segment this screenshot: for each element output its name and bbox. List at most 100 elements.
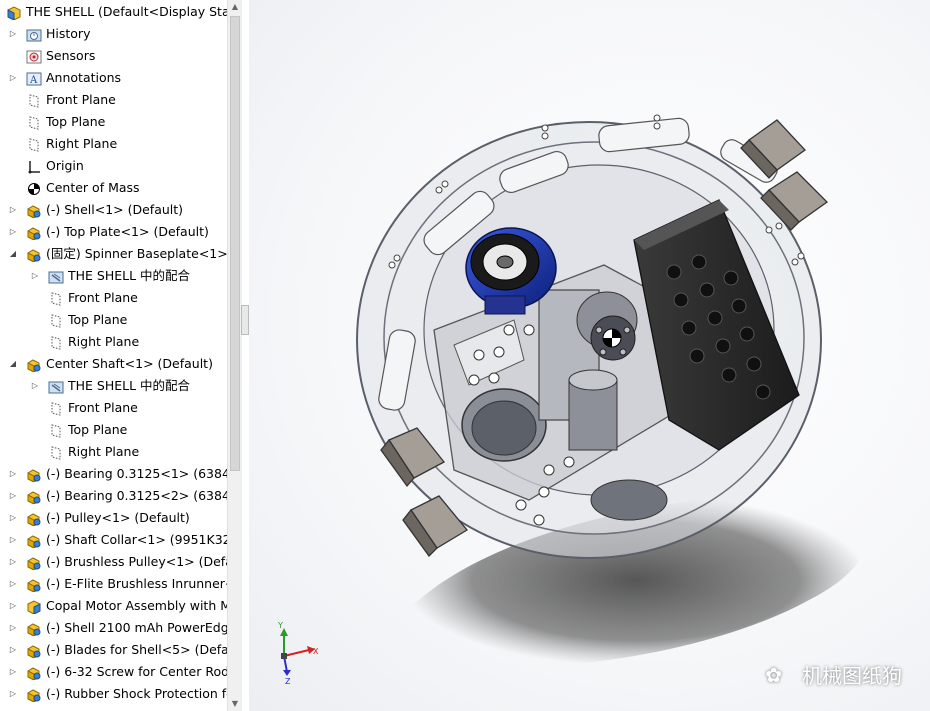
tree-item[interactable]: Right Plane [0, 133, 226, 155]
tree-item[interactable]: Right Plane [0, 441, 226, 463]
expand-arrow-icon[interactable]: ▷ [8, 485, 18, 507]
tree-item[interactable]: ▷ History [0, 23, 226, 45]
tree-item[interactable]: THE SHELL (Default<Display State-1>) [0, 1, 241, 23]
tree-item-label: Top Plane [68, 312, 128, 327]
tree-item[interactable]: ▷ (-) Bearing 0.3125<1> (6384K [0, 463, 238, 485]
tree-item-label: (-) Pulley<1> (Default) [46, 510, 190, 525]
tree-item[interactable]: Sensors [0, 45, 226, 67]
part-icon [26, 357, 42, 373]
tree-item[interactable]: ▷ (-) Top Plate<1> (Default) [0, 221, 226, 243]
expand-arrow-icon[interactable]: ▷ [8, 551, 18, 573]
tree-item-label: (-) 6-32 Screw for Center Rod [46, 664, 230, 679]
tree-item[interactable]: ◢ (固定) Spinner Baseplate<1> ( [0, 243, 237, 265]
tree-item-label: (固定) Spinner Baseplate<1> ( [46, 246, 237, 261]
annotations-icon: A [26, 71, 42, 86]
tree-item[interactable]: ▷ (-) Rubber Shock Protection fo [0, 683, 234, 705]
part-icon [26, 555, 42, 571]
expand-arrow-icon[interactable]: ▷ [8, 199, 18, 221]
tree-item[interactable]: Top Plane [0, 309, 226, 331]
part-icon [26, 467, 42, 483]
tree-item-label: Front Plane [68, 400, 138, 415]
tree-item[interactable]: Front Plane [0, 397, 226, 419]
part-icon [26, 247, 42, 263]
tree-item[interactable]: Front Plane [0, 89, 226, 111]
tree-item[interactable]: Center of Mass [0, 177, 226, 199]
tree-item-label: Origin [46, 158, 84, 173]
wechat-icon: ✿ [765, 663, 782, 687]
plane-icon [48, 401, 64, 416]
tree-item-label: (-) E-Flite Brushless Inrunner< [46, 576, 236, 591]
part-icon [26, 225, 42, 241]
tree-item-label: Right Plane [46, 136, 118, 151]
tree-item[interactable]: Top Plane [0, 419, 226, 441]
tree-item[interactable]: ▷ (-) Brushless Pulley<1> (Defau [0, 551, 241, 573]
triad-z-label: Z [285, 677, 291, 686]
part-icon [26, 577, 42, 593]
part-icon [26, 643, 42, 659]
tree-item[interactable]: ▷ (-) Shell<1> (Default) [0, 199, 226, 221]
expand-arrow-icon[interactable]: ▷ [8, 639, 18, 661]
scroll-up-arrow[interactable]: ▲ [228, 0, 242, 14]
assembly-icon [6, 5, 22, 21]
expand-arrow-icon[interactable]: ▷ [30, 375, 40, 397]
tree-item-label: Front Plane [46, 92, 116, 107]
collapse-arrow-icon[interactable]: ◢ [8, 353, 18, 375]
expand-arrow-icon[interactable]: ▷ [8, 463, 18, 485]
tree-item-label: THE SHELL (Default<Display State-1>) [26, 4, 241, 19]
scroll-down-arrow[interactable]: ▼ [228, 697, 242, 711]
tree-item[interactable]: ▷ Copal Motor Assembly with M [0, 595, 231, 617]
tree-item-label: Center of Mass [46, 180, 140, 195]
tree-scrollbar[interactable]: ▲ ▼ [227, 0, 242, 711]
tree-item[interactable]: Top Plane [0, 111, 226, 133]
expand-arrow-icon[interactable]: ▷ [8, 67, 18, 89]
plane-icon [26, 93, 42, 108]
center-of-mass-icon [26, 181, 42, 195]
part-icon [26, 489, 42, 505]
tree-item[interactable]: ▷ THE SHELL 中的配合 [0, 375, 226, 397]
triad-y-label: Y [277, 621, 283, 630]
svg-text:A: A [29, 75, 38, 86]
tree-item[interactable]: ◢ Center Shaft<1> (Default) [0, 353, 226, 375]
plane-icon [48, 423, 64, 438]
tree-item[interactable]: ▷ (-) E-Flite Brushless Inrunner< [0, 573, 235, 595]
tree-item[interactable]: ▷ (-) Shaft Collar<1> (9951K32) [0, 529, 235, 551]
expand-arrow-icon[interactable]: ▷ [8, 573, 18, 595]
expand-arrow-icon[interactable]: ▷ [8, 529, 18, 551]
tree-item-label: THE SHELL 中的配合 [68, 378, 191, 393]
expand-arrow-icon[interactable]: ▷ [8, 683, 18, 705]
plane-icon [48, 291, 64, 306]
origin-icon [26, 159, 42, 174]
tree-item-label: (-) Top Plate<1> (Default) [46, 224, 209, 239]
tree-item-label: Copal Motor Assembly with M [46, 598, 232, 613]
part-icon [26, 687, 42, 703]
part-icon [26, 665, 42, 681]
expand-arrow-icon[interactable]: ▷ [8, 595, 18, 617]
expand-arrow-icon[interactable]: ▷ [30, 265, 40, 287]
expand-arrow-icon[interactable]: ▷ [8, 221, 18, 243]
tree-item[interactable]: ▷ (-) Bearing 0.3125<2> (6384K [0, 485, 238, 507]
expand-arrow-icon[interactable]: ▷ [8, 661, 18, 683]
tree-item[interactable]: Origin [0, 155, 226, 177]
sensors-icon [26, 49, 42, 64]
tree-item-label: Annotations [46, 70, 122, 85]
graphics-viewport[interactable]: Y X Z ✿ 机械图纸狗 [249, 0, 930, 711]
tree-item-label: Center Shaft<1> (Default) [46, 356, 213, 371]
scroll-thumb[interactable] [230, 16, 240, 471]
tree-item[interactable]: ▷ (-) 6-32 Screw for Center Rod [0, 661, 230, 683]
expand-arrow-icon[interactable]: ▷ [8, 617, 18, 639]
tree-item-label: History [46, 26, 91, 41]
tree-item-label: Right Plane [68, 444, 140, 459]
tree-item[interactable]: ▷ (-) Pulley<1> (Default) [0, 507, 226, 529]
expand-arrow-icon[interactable]: ▷ [8, 507, 18, 529]
panel-splitter-handle[interactable] [241, 305, 249, 335]
expand-arrow-icon[interactable]: ▷ [8, 23, 18, 45]
collapse-arrow-icon[interactable]: ◢ [8, 243, 18, 265]
tree-item[interactable]: Right Plane [0, 331, 226, 353]
tree-item[interactable]: ▷ (-) Shell 2100 mAh PowerEdge [0, 617, 236, 639]
tree-item[interactable]: ▷ (-) Blades for Shell<5> (Defau [0, 639, 237, 661]
tree-item-label: Front Plane [68, 290, 138, 305]
tree-item[interactable]: ▷ A Annotations [0, 67, 226, 89]
tree-item[interactable]: ▷ THE SHELL 中的配合 [0, 265, 226, 287]
tree-item[interactable]: Front Plane [0, 287, 226, 309]
tree-item-label: (-) Bearing 0.3125<2> (6384K [46, 488, 239, 503]
